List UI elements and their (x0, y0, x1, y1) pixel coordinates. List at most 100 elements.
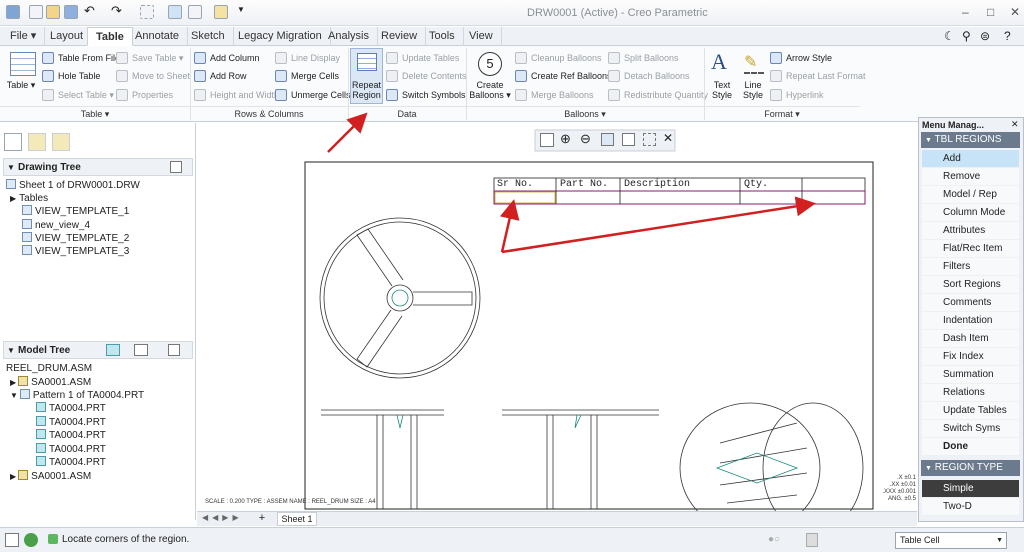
annotation-display-icon[interactable]: ✕ (663, 131, 673, 145)
repaint-icon[interactable] (601, 133, 614, 146)
menu-item-relations[interactable]: Relations (922, 384, 1019, 402)
add-sheet-button[interactable]: + (255, 512, 269, 526)
text-style-button[interactable]: Text Style (706, 80, 738, 100)
tree-item[interactable]: ▶ SA0001.ASM (10, 470, 91, 483)
menu-item-model-rep[interactable]: Model / Rep (922, 186, 1019, 204)
merge-balloons-button[interactable]: Merge Balloons (515, 88, 594, 102)
sheet-tab-1[interactable]: Sheet 1 (277, 512, 317, 526)
switch-symbols-button[interactable]: Switch Symbols (386, 88, 466, 102)
hole-table-button[interactable]: Hole Table (42, 69, 100, 83)
tab-review[interactable]: Review (373, 27, 427, 46)
tab-legacy-migration[interactable]: Legacy Migration (230, 27, 331, 46)
redo-icon[interactable]: ↷ (111, 4, 125, 19)
model-display-icon[interactable] (106, 344, 120, 356)
tree-item[interactable]: TA0004.PRT (36, 429, 106, 442)
balloons-group-label[interactable]: Balloons ▾ (466, 106, 704, 122)
browser-toggle-icon[interactable] (24, 533, 38, 547)
tree-item[interactable]: TA0004.PRT (36, 402, 106, 415)
menu-item-attributes[interactable]: Attributes (922, 222, 1019, 240)
zoom-in-icon[interactable]: ⊕ (560, 131, 571, 147)
menu-item-sort-regions[interactable]: Sort Regions (922, 276, 1019, 294)
tree-item[interactable]: REEL_DRUM.ASM (6, 362, 92, 375)
repeat-last-format-button[interactable]: Repeat Last Format (770, 69, 866, 83)
tab-layout[interactable]: Layout (42, 27, 93, 46)
settings-icon[interactable]: ⊜ (980, 29, 990, 43)
line-display-button[interactable]: Line Display (275, 51, 340, 65)
zoom-out-icon[interactable]: ⊖ (580, 131, 591, 147)
cleanup-balloons-button[interactable]: Cleanup Balloons (515, 51, 602, 65)
menu-close-icon[interactable]: ✕ (1011, 119, 1019, 130)
datum-display-icon[interactable] (643, 133, 656, 146)
tree-item[interactable]: VIEW_TEMPLATE_2 (22, 232, 129, 245)
properties-button[interactable]: Properties (116, 88, 173, 102)
sheet-nav-icons[interactable]: ◀◀▶▶ (202, 513, 243, 522)
tab-analysis[interactable]: Analysis (320, 27, 378, 46)
menu-item-summation[interactable]: Summation (922, 366, 1019, 384)
select-box-icon[interactable] (140, 5, 154, 19)
menu-item-flat-rec-item[interactable]: Flat/Rec Item (922, 240, 1019, 258)
tab-annotate[interactable]: Annotate (127, 27, 189, 46)
minimize-button[interactable]: – (962, 5, 969, 19)
tree-item[interactable]: ▶ SA0001.ASM (10, 376, 91, 389)
tree-item[interactable]: new_view_4 (22, 219, 90, 232)
save-table-button[interactable]: Save Table ▾ (116, 51, 183, 65)
save-icon[interactable] (64, 5, 78, 19)
regenerate-icon[interactable] (168, 5, 182, 19)
layers-icon[interactable] (28, 133, 46, 151)
add-row-button[interactable]: Add Row (194, 69, 247, 83)
tree-item[interactable]: ▼ Pattern 1 of TA0004.PRT (10, 389, 144, 402)
open-icon[interactable] (46, 5, 60, 19)
search-icon[interactable]: ⚲ (962, 29, 971, 43)
customize-dropdown-icon[interactable]: ▼ (237, 5, 251, 19)
redistribute-quantity-button[interactable]: Redistribute Quantity (608, 88, 708, 102)
merge-cells-button[interactable]: Merge Cells (275, 69, 339, 83)
height-width-button[interactable]: Height and Width (194, 88, 279, 102)
detach-balloons-button[interactable]: Detach Balloons (608, 69, 690, 83)
tab-sketch[interactable]: Sketch (183, 27, 234, 46)
tree-item[interactable]: Sheet 1 of DRW0001.DRW (6, 179, 140, 192)
windows-icon[interactable] (188, 5, 202, 19)
table-from-file-button[interactable]: Table From File (42, 51, 120, 65)
tree-item[interactable]: VIEW_TEMPLATE_1 (22, 205, 129, 218)
menu-item-fix-index[interactable]: Fix Index (922, 348, 1019, 366)
tree-item[interactable]: ▶ Tables (10, 192, 48, 205)
help-icon[interactable]: ☾ (944, 29, 955, 43)
tree-filter-icon[interactable] (134, 344, 148, 356)
tree-item[interactable]: TA0004.PRT (36, 416, 106, 429)
tab-view[interactable]: View (461, 27, 502, 46)
tree-item[interactable]: TA0004.PRT (36, 456, 106, 469)
info-icon[interactable]: ? (1004, 29, 1011, 43)
table-button[interactable]: Table ▾ (6, 80, 36, 90)
update-tables-button[interactable]: Update Tables (386, 51, 459, 65)
create-ref-balloons-button[interactable]: Create Ref Balloons (515, 69, 612, 83)
display-style-icon[interactable] (622, 133, 635, 146)
tab-tools[interactable]: Tools (421, 27, 464, 46)
format-group-label[interactable]: Format ▾ (704, 106, 860, 122)
table-group-label[interactable]: Table ▾ (0, 106, 190, 122)
menu-item-comments[interactable]: Comments (922, 294, 1019, 312)
tree-view-icon[interactable] (4, 133, 22, 151)
undo-icon[interactable]: ↶ (84, 4, 98, 19)
split-balloons-button[interactable]: Split Balloons (608, 51, 679, 65)
repeat-region-button[interactable]: Repeat Region (350, 48, 383, 104)
table-icon[interactable] (10, 52, 36, 76)
unmerge-cells-button[interactable]: Unmerge Cells (275, 88, 351, 102)
menu-item-remove[interactable]: Remove (922, 168, 1019, 186)
select-table-button[interactable]: Select Table ▾ (42, 88, 114, 102)
navigator-toggle-icon[interactable] (5, 533, 19, 547)
tab-file[interactable]: File ▾ (2, 27, 46, 46)
close-window-icon[interactable] (214, 5, 228, 19)
hyperlink-button[interactable]: Hyperlink (770, 88, 824, 102)
stop-icon[interactable] (806, 533, 818, 547)
tbl-regions-header[interactable]: ▼ TBL REGIONS (921, 132, 1020, 148)
menu-item-done[interactable]: Done (922, 438, 1019, 456)
menu-item-filters[interactable]: Filters (922, 258, 1019, 276)
delete-contents-button[interactable]: Delete Contents (386, 69, 467, 83)
menu-item-two-d[interactable]: Two-D (922, 498, 1019, 516)
menu-item-update-tables[interactable]: Update Tables (922, 402, 1019, 420)
move-to-sheet-button[interactable]: Move to Sheet (116, 69, 190, 83)
close-button[interactable]: ✕ (1010, 5, 1020, 19)
menu-item-dash-item[interactable]: Dash Item (922, 330, 1019, 348)
drawing-tree-header[interactable]: ▼ Drawing Tree (3, 158, 193, 176)
tree-item[interactable]: VIEW_TEMPLATE_3 (22, 245, 129, 258)
